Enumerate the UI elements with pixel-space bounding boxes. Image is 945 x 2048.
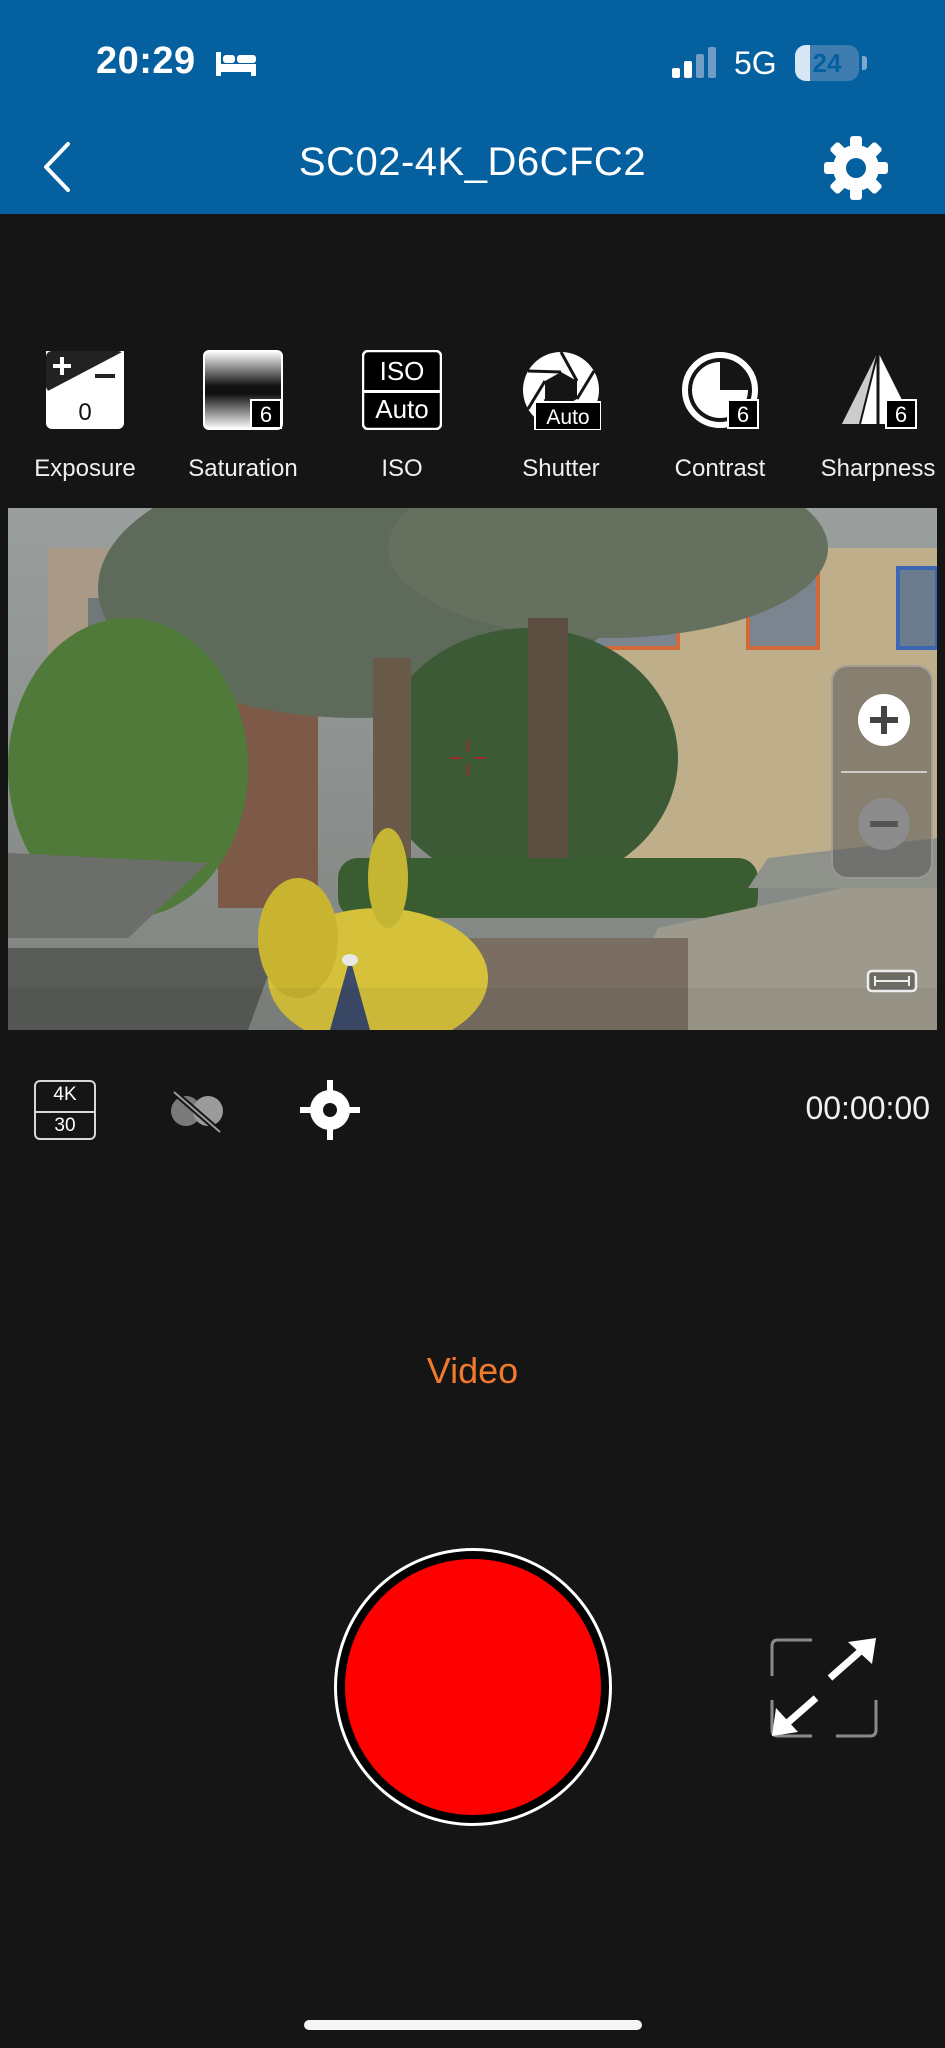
crosshair-icon	[450, 740, 486, 776]
camera-preview[interactable]	[8, 508, 937, 1030]
resolution-divider	[36, 1111, 94, 1113]
mode-label-video[interactable]: Video	[0, 1350, 945, 1392]
filter-off-icon[interactable]	[162, 1088, 232, 1134]
setting-saturation[interactable]: 6 Saturation	[163, 345, 323, 485]
iso-value: Auto	[375, 394, 429, 424]
aspect-ratio-icon[interactable]	[866, 968, 918, 994]
iso-text: ISO	[380, 356, 425, 386]
header-bar: 20:29 5G 24 SC02-4K_D6CFC2	[0, 0, 945, 214]
status-time: 20:29	[96, 40, 196, 82]
fullscreen-button[interactable]	[768, 1636, 880, 1740]
bed-icon	[216, 52, 256, 76]
saturation-value: 6	[260, 402, 272, 427]
zoom-out-button[interactable]	[857, 797, 911, 851]
setting-iso[interactable]: ISO Auto ISO	[322, 345, 482, 485]
shutter-value: Auto	[546, 406, 589, 429]
zoom-in-button[interactable]	[857, 693, 911, 747]
contrast-value: 6	[737, 402, 749, 427]
sharpness-icon: 6	[842, 351, 917, 429]
recording-timer: 00:00:00	[805, 1090, 930, 1126]
framerate-label: 30	[54, 1115, 76, 1136]
saturation-icon: 6	[203, 350, 283, 430]
resolution-badge[interactable]: 4K 30	[34, 1080, 96, 1140]
setting-shutter[interactable]: Auto Shutter	[481, 345, 641, 485]
setting-contrast[interactable]: 6 Contrast	[640, 345, 800, 485]
zoom-divider	[841, 771, 927, 773]
battery-level: 24	[812, 48, 842, 78]
record-button[interactable]	[334, 1548, 612, 1826]
page-title: SC02-4K_D6CFC2	[298, 140, 647, 184]
iso-icon: ISO Auto	[362, 350, 442, 430]
record-icon	[345, 1559, 601, 1815]
exposure-icon: 0	[46, 351, 124, 429]
settings-button[interactable]	[820, 132, 892, 204]
aperture-icon: Auto	[523, 351, 601, 430]
zoom-control	[831, 665, 933, 879]
contrast-icon: 6	[682, 352, 759, 429]
resolution-label: 4K	[53, 1084, 77, 1105]
signal-bars-icon	[672, 47, 716, 78]
battery-tip	[862, 56, 867, 70]
exposure-value: 0	[78, 399, 91, 426]
camera-settings-row: 0 Exposure 6 Saturation ISO Auto ISO Aut…	[0, 345, 945, 485]
expand-arrows-icon	[770, 1638, 878, 1738]
setting-label: Sharpness	[820, 455, 936, 482]
battery-indicator: 24	[795, 45, 859, 81]
setting-exposure[interactable]: 0 Exposure	[5, 345, 165, 485]
network-label: 5G	[734, 45, 777, 81]
camera-app: 20:29 5G 24 SC02-4K_D6CFC2 0 Exposure 6 …	[0, 0, 945, 2048]
setting-sharpness[interactable]: 6 Sharpness	[798, 345, 945, 485]
home-indicator	[304, 2020, 642, 2030]
sharpness-value: 6	[895, 402, 907, 427]
target-icon[interactable]	[298, 1078, 362, 1142]
